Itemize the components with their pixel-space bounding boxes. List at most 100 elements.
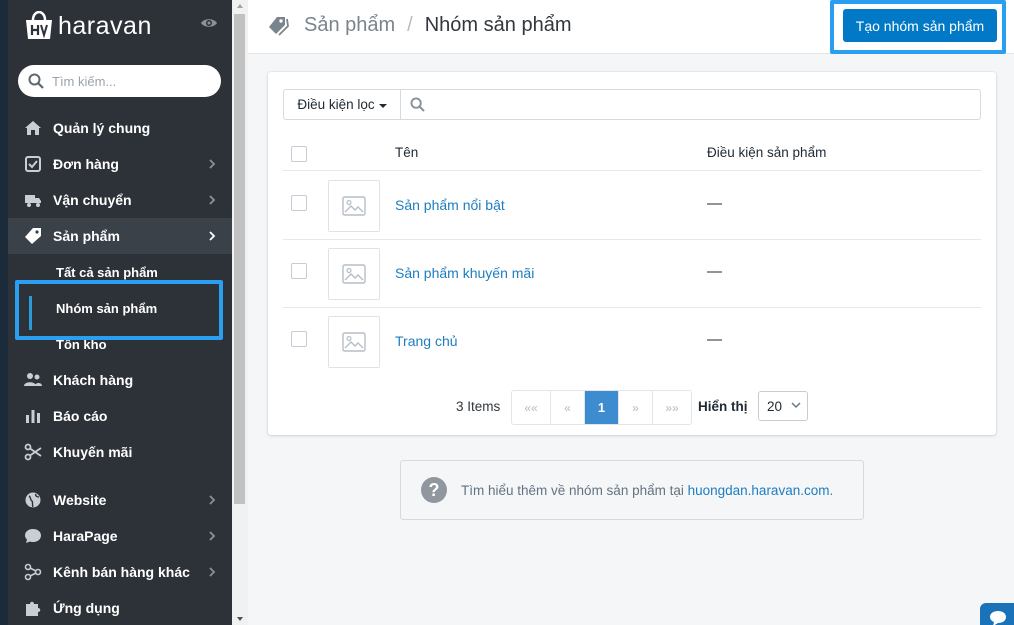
group-name-link[interactable]: Trang chủ	[395, 333, 458, 349]
chat-bubble-icon	[25, 529, 41, 543]
group-condition: —	[707, 331, 722, 348]
group-name-link[interactable]: Sản phẩm nổi bật	[395, 197, 505, 213]
page-title: Nhóm sản phẩm	[424, 14, 572, 36]
check-square-icon	[25, 156, 41, 172]
chevron-right-icon	[209, 159, 216, 169]
chevron-right-icon	[209, 195, 216, 205]
caret-down-icon	[378, 103, 387, 108]
sidebar-item-website[interactable]: Website	[8, 482, 232, 518]
row-checkbox[interactable]	[291, 331, 307, 347]
search-icon	[28, 73, 44, 89]
pagination: «« « 1 » »»	[511, 390, 692, 425]
item-count: 3 Items	[456, 399, 501, 414]
first-page-button[interactable]: ««	[512, 391, 551, 424]
tags-icon	[269, 16, 289, 36]
sidebar-item-products[interactable]: Sản phẩm	[8, 218, 232, 254]
haravan-logo[interactable]: haravan	[22, 8, 152, 44]
scroll-down-arrow-icon[interactable]	[237, 617, 243, 621]
nav-divider	[8, 470, 232, 482]
group-thumbnail[interactable]	[328, 248, 380, 300]
prev-page-button[interactable]: «	[551, 391, 585, 424]
scroll-up-arrow-icon[interactable]	[237, 4, 243, 8]
sidebar-item-label: Đơn hàng	[53, 156, 119, 172]
sidebar-item-customers[interactable]: Khách hàng	[8, 362, 232, 398]
help-text-body: Tìm hiểu thêm về nhóm sản phẩm tại	[461, 482, 688, 498]
tag-icon	[25, 228, 41, 244]
column-header-condition: Điều kiện sản phẩm	[707, 145, 827, 160]
sidebar-item-other-channels[interactable]: Kênh bán hàng khác	[8, 554, 232, 590]
help-link[interactable]: huongdan.haravan.com	[688, 483, 830, 498]
sidebar-search[interactable]	[18, 65, 221, 97]
sidebar-item-label: Khuyến mãi	[53, 444, 133, 460]
question-circle-icon: ?	[421, 477, 447, 503]
image-placeholder-icon	[342, 264, 366, 284]
image-placeholder-icon	[342, 332, 366, 352]
filter-search-input[interactable]	[431, 97, 980, 112]
chevron-right-icon	[209, 231, 216, 241]
group-condition: —	[707, 195, 722, 212]
group-condition: —	[707, 263, 722, 280]
filter-bar: Điều kiện lọc	[283, 89, 981, 120]
table-row: Trang chủ —	[283, 308, 981, 376]
sidebar-item-label: Website	[53, 492, 107, 508]
scroll-thumb[interactable]	[234, 14, 245, 504]
chat-icon	[990, 611, 1006, 625]
page-size-label: Hiển thị	[698, 399, 748, 414]
product-groups-card: Điều kiện lọc Tên Điều kiện sản phẩm Sản…	[268, 72, 996, 435]
sidebar-item-orders[interactable]: Đơn hàng	[8, 146, 232, 182]
puzzle-icon	[26, 601, 41, 616]
pagination-bar: 3 Items «« « 1 » »» Hiển thị 20	[268, 390, 996, 425]
breadcrumb: Sản phẩm / Nhóm sản phẩm	[268, 14, 571, 37]
row-checkbox[interactable]	[291, 263, 307, 279]
last-page-button[interactable]: »»	[653, 391, 691, 424]
home-icon	[25, 121, 41, 135]
group-name-link[interactable]: Sản phẩm khuyến mãi	[395, 265, 534, 281]
sidebar-item-label: Quản lý chung	[53, 120, 151, 136]
brand-name: haravan	[58, 11, 152, 40]
sidebar-item-label: HaraPage	[53, 528, 118, 544]
sidebar-search-input[interactable]	[52, 73, 202, 89]
sidebar-item-shipping[interactable]: Vận chuyển	[8, 182, 232, 218]
search-icon	[410, 97, 425, 112]
sidebar-item-label: Báo cáo	[53, 408, 108, 424]
row-checkbox[interactable]	[291, 195, 307, 211]
share-icon	[24, 563, 42, 581]
sidebar-item-harapage[interactable]: HaraPage	[8, 518, 232, 554]
shopping-bag-logo-icon	[26, 11, 52, 39]
scissors-icon	[24, 443, 42, 461]
breadcrumb-parent-link[interactable]: Sản phẩm	[304, 14, 395, 37]
sidebar-item-apps[interactable]: Ứng dụng	[8, 590, 232, 625]
filter-search[interactable]	[401, 90, 980, 119]
users-icon	[24, 373, 42, 386]
image-placeholder-icon	[342, 196, 366, 216]
breadcrumb-separator: /	[407, 14, 413, 36]
group-thumbnail[interactable]	[328, 316, 380, 368]
highlight-box-sidebar	[15, 280, 223, 340]
sidebar-item-label: Ứng dụng	[53, 600, 120, 616]
next-page-button[interactable]: »	[619, 391, 653, 424]
table-header: Tên Điều kiện sản phẩm	[283, 137, 981, 171]
page-1-button[interactable]: 1	[585, 391, 619, 424]
filter-button-label: Điều kiện lọc	[297, 97, 375, 112]
sidebar-scrollbar[interactable]	[232, 0, 248, 625]
eye-icon[interactable]	[200, 14, 218, 32]
table-row: Sản phẩm khuyến mãi —	[283, 240, 981, 308]
page-size-value: 20	[767, 398, 783, 414]
globe-icon	[25, 492, 41, 508]
sidebar-item-label: Vận chuyển	[53, 192, 132, 208]
filter-conditions-dropdown[interactable]: Điều kiện lọc	[284, 90, 401, 119]
sidebar-item-promotions[interactable]: Khuyến mãi	[8, 434, 232, 470]
chat-widget-button[interactable]	[980, 603, 1014, 625]
sidebar-subitem-label: Tất cả sản phẩm	[56, 264, 158, 280]
chevron-right-icon	[209, 495, 216, 505]
select-all-checkbox[interactable]	[291, 146, 307, 162]
bar-chart-icon	[26, 410, 40, 423]
chevron-down-icon	[791, 402, 801, 408]
page-size-select[interactable]: 20	[758, 391, 808, 421]
help-text-suffix: .	[829, 482, 834, 498]
sidebar-item-reports[interactable]: Báo cáo	[8, 398, 232, 434]
truck-icon	[25, 195, 41, 207]
create-product-group-button[interactable]: Tạo nhóm sản phẩm	[843, 9, 997, 42]
group-thumbnail[interactable]	[328, 180, 380, 232]
sidebar-item-overview[interactable]: Quản lý chung	[8, 110, 232, 146]
